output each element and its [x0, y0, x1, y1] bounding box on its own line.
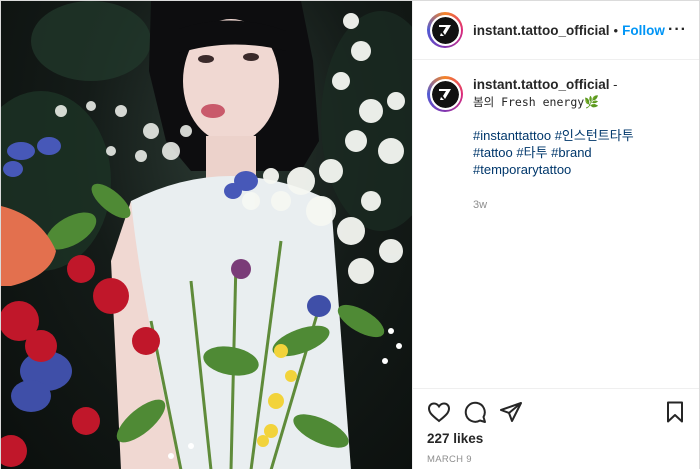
- hashtags: #instanttattoo #인스턴트타투 #tattoo #타투 #bran…: [473, 127, 687, 178]
- profile-avatar[interactable]: [427, 12, 463, 48]
- likes-count[interactable]: 227 likes: [413, 425, 699, 446]
- caption-suffix: -: [609, 77, 618, 92]
- follow-button[interactable]: Follow: [622, 23, 665, 38]
- brand-logo-icon: [431, 80, 459, 108]
- instagram-post: instant.tattoo_official • Follow ··· ins…: [0, 0, 700, 469]
- hashtag-link[interactable]: #타투: [516, 145, 547, 160]
- hashtag-link[interactable]: #temporarytattoo: [473, 162, 571, 177]
- more-options-icon[interactable]: ···: [668, 21, 687, 39]
- hashtag-link[interactable]: #인스턴트타투: [555, 128, 634, 143]
- post-side-panel: instant.tattoo_official • Follow ··· ins…: [412, 1, 699, 469]
- hashtag-link[interactable]: #tattoo: [473, 145, 513, 160]
- post-date[interactable]: MARCH 9: [413, 446, 699, 465]
- caption-block: instant.tattoo_official - 봄의 Fresh energ…: [413, 60, 699, 214]
- caption-body: instant.tattoo_official - 봄의 Fresh energ…: [473, 76, 687, 214]
- flower-portrait-image: [1, 1, 412, 469]
- bookmark-icon[interactable]: [663, 400, 687, 424]
- avatar-frame: [429, 14, 461, 46]
- action-icons: [413, 389, 699, 425]
- post-photo[interactable]: [1, 1, 412, 469]
- caption-text: 봄의 Fresh energy: [473, 95, 585, 109]
- post-header: instant.tattoo_official • Follow ···: [413, 1, 699, 60]
- caption-age[interactable]: 3w: [473, 197, 687, 214]
- caption-username[interactable]: instant.tattoo_official: [473, 77, 610, 92]
- share-icon[interactable]: [499, 400, 523, 424]
- header-separator: •: [613, 22, 619, 38]
- hashtag-link[interactable]: #brand: [551, 145, 591, 160]
- caption-avatar[interactable]: [427, 76, 463, 112]
- post-actions: 227 likes MARCH 9: [413, 388, 699, 465]
- leaf-emoji-icon: 🌿: [584, 95, 600, 109]
- header-username[interactable]: instant.tattoo_official: [473, 23, 610, 38]
- heart-icon[interactable]: [427, 400, 451, 424]
- comment-icon[interactable]: [463, 400, 487, 424]
- avatar-frame: [429, 78, 461, 110]
- hashtag-link[interactable]: #instanttattoo: [473, 128, 551, 143]
- brand-logo-icon: [431, 16, 459, 44]
